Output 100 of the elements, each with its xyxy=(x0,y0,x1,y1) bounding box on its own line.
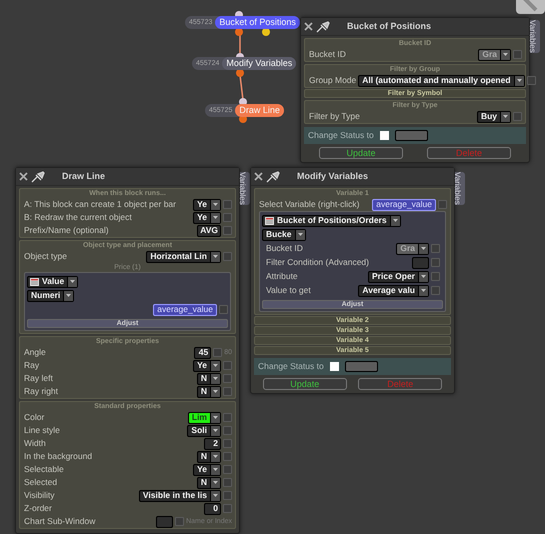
checkbox[interactable] xyxy=(526,76,536,85)
output-pin[interactable] xyxy=(235,28,243,36)
checkbox[interactable] xyxy=(513,112,522,121)
dropdown[interactable]: Bucke xyxy=(262,228,306,240)
checkbox[interactable] xyxy=(223,413,232,422)
checkbox[interactable] xyxy=(438,200,447,209)
connector-line xyxy=(239,34,241,56)
caret-icon xyxy=(213,255,218,258)
caret-icon xyxy=(298,233,303,236)
dropdown[interactable]: Visible in the lis xyxy=(138,490,221,502)
dropdown[interactable]: N xyxy=(196,372,221,384)
field-label: A: This block can create 1 object per bar xyxy=(23,200,177,209)
input-field[interactable] xyxy=(156,516,174,528)
checkbox[interactable] xyxy=(223,200,232,209)
caret-icon xyxy=(213,481,218,484)
field-label: Visibility xyxy=(23,491,56,500)
caret-icon xyxy=(213,429,218,432)
dropdown[interactable]: Horizontal Lin xyxy=(146,250,221,262)
dropdown[interactable]: Ye xyxy=(193,360,221,372)
caret-icon xyxy=(421,275,426,278)
close-icon[interactable] xyxy=(19,172,28,181)
side-tab[interactable]: Variables xyxy=(240,172,250,205)
list-icon xyxy=(30,278,39,286)
node-label: Modify Variables xyxy=(222,57,296,70)
checkbox[interactable] xyxy=(223,504,232,513)
checkbox[interactable] xyxy=(223,361,232,370)
side-tab[interactable]: Variables xyxy=(455,172,465,205)
close-icon[interactable] xyxy=(304,22,313,31)
pin-icon[interactable] xyxy=(316,20,330,32)
update-button[interactable]: Update xyxy=(262,378,347,390)
checkbox[interactable] xyxy=(223,465,232,474)
checkbox[interactable] xyxy=(175,517,184,526)
field-label: Group Mode xyxy=(308,76,356,85)
dropdown[interactable]: N xyxy=(196,386,221,398)
checkbox[interactable] xyxy=(223,213,232,222)
caret-icon xyxy=(213,468,218,471)
dropdown[interactable]: Numeri xyxy=(27,290,74,302)
pin-icon[interactable] xyxy=(31,170,45,182)
checkbox[interactable] xyxy=(380,131,389,140)
field-label: Filter by Type xyxy=(308,112,361,121)
field-label: Value to get xyxy=(265,286,312,295)
field-label: Ray right xyxy=(23,387,60,396)
update-button[interactable]: Update xyxy=(319,147,403,159)
dropdown[interactable]: N xyxy=(196,476,221,488)
side-tab[interactable]: Variables xyxy=(530,20,540,53)
variable-chip[interactable]: average_value xyxy=(153,304,217,316)
checkbox[interactable] xyxy=(223,426,232,435)
input-field[interactable]: 2 xyxy=(204,438,221,450)
dropdown[interactable]: Soli xyxy=(187,424,221,436)
variable-chip[interactable]: average_value xyxy=(372,198,436,210)
checkbox[interactable] xyxy=(431,258,440,267)
checkbox[interactable] xyxy=(513,50,522,59)
checkbox[interactable] xyxy=(223,452,232,461)
caret-icon xyxy=(503,53,508,56)
input-field[interactable]: 45 xyxy=(194,346,212,358)
checkbox[interactable] xyxy=(431,286,440,295)
checkbox[interactable] xyxy=(223,491,232,500)
checkbox[interactable] xyxy=(223,439,232,448)
input-field[interactable]: AVG xyxy=(197,224,221,236)
checkbox[interactable] xyxy=(223,374,232,383)
caret-icon xyxy=(516,79,522,82)
pin-icon[interactable] xyxy=(266,170,280,182)
input-field[interactable]: 0 xyxy=(204,502,221,514)
close-icon[interactable] xyxy=(254,172,263,181)
checkbox[interactable] xyxy=(223,478,232,487)
dropdown[interactable]: N xyxy=(196,450,221,462)
checkbox[interactable] xyxy=(223,226,232,235)
caret-icon xyxy=(66,294,72,297)
field-label: Ray xyxy=(23,361,40,370)
dropdown[interactable]: Ye xyxy=(193,212,221,224)
checkbox[interactable] xyxy=(219,305,228,314)
input-field[interactable] xyxy=(344,361,378,372)
caret-icon xyxy=(213,203,218,206)
checkbox[interactable] xyxy=(431,272,440,281)
checkbox[interactable] xyxy=(330,362,339,371)
field-label: Select Variable (right-click) xyxy=(258,200,360,209)
dropdown[interactable]: All (automated and manually opened xyxy=(358,74,525,86)
dropdown[interactable]: Value xyxy=(27,276,78,288)
checkbox[interactable] xyxy=(213,348,222,357)
input-field[interactable] xyxy=(394,130,428,141)
output-pin[interactable] xyxy=(262,28,270,36)
input-field[interactable] xyxy=(412,256,429,268)
caret-icon xyxy=(213,216,218,219)
dropdown[interactable]: Ye xyxy=(193,198,221,210)
field-label: Selectable xyxy=(23,465,65,474)
dropdown[interactable]: Price Oper xyxy=(368,270,429,282)
list-icon xyxy=(265,216,274,224)
dropdown[interactable]: Average valu xyxy=(358,284,429,296)
dropdown[interactable]: Ye xyxy=(193,464,221,476)
field-label: Bucket ID xyxy=(308,50,347,59)
caret-icon xyxy=(213,494,218,497)
dropdown[interactable]: Buy xyxy=(476,110,511,122)
checkbox[interactable] xyxy=(223,252,232,261)
checkbox[interactable] xyxy=(431,244,440,253)
caret-icon xyxy=(213,416,218,419)
checkbox[interactable] xyxy=(223,387,232,396)
dropdown[interactable]: Bucket of Positions/Orders xyxy=(262,214,401,226)
dropdown[interactable]: Lim xyxy=(188,412,221,424)
field-label: Line style xyxy=(23,426,61,435)
output-pin[interactable] xyxy=(236,69,244,77)
